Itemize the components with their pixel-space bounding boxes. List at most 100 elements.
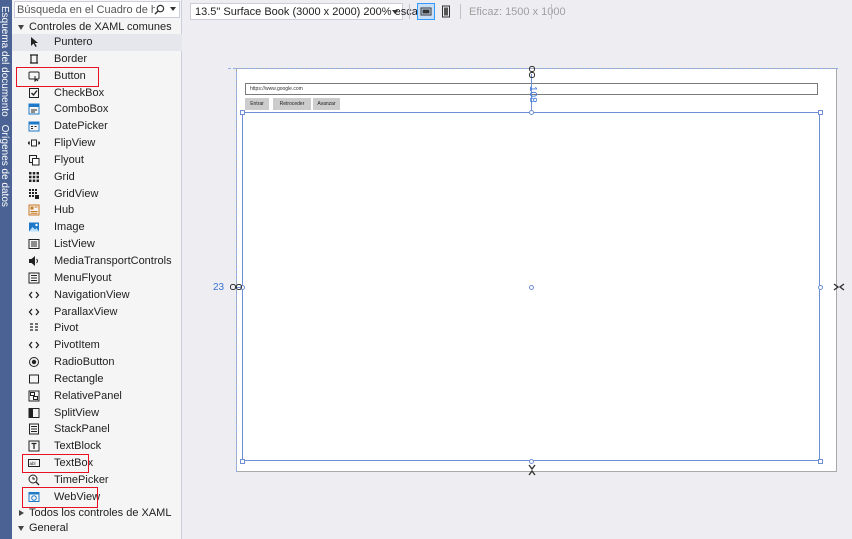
toolbar-separator <box>551 4 552 19</box>
toolbox-item-stackpanel[interactable]: StackPanel <box>12 421 182 438</box>
toolbox-item-label: FlipView <box>54 137 96 150</box>
landscape-icon <box>420 7 432 16</box>
toolbox-item-label: TimePicker <box>54 473 109 486</box>
media-icon <box>29 255 38 266</box>
group-common-xaml-controls[interactable]: Controles de XAML comunes <box>16 19 172 35</box>
listview-icon <box>28 239 40 250</box>
left-anchor-icon[interactable] <box>230 283 242 291</box>
toolbox-item-mediatransportcontrols[interactable]: MediaTransportControls <box>12 253 182 270</box>
toolbox-item-label: Pivot <box>54 322 79 335</box>
toolbox-item-rectangle[interactable]: Rectangle <box>12 371 182 388</box>
toolbox-item-combobox[interactable]: ComboBox <box>12 101 182 118</box>
toolbox-item-grid[interactable]: Grid <box>12 169 182 186</box>
portrait-button[interactable] <box>437 3 455 20</box>
resize-handle-top-right[interactable] <box>818 110 823 115</box>
toolbox-item-flipview[interactable]: FlipView <box>12 135 182 152</box>
highlight-button <box>16 67 99 87</box>
resize-handle-top-left[interactable] <box>240 110 245 115</box>
expand-icon <box>18 24 24 30</box>
toolbox-item-gridview[interactable]: GridView <box>12 186 182 203</box>
toolbox-item-splitview[interactable]: SplitView <box>12 405 182 422</box>
toolbox-search <box>14 1 180 18</box>
toolbox-item-menuflyout[interactable]: MenuFlyout <box>12 270 182 287</box>
expand-icon <box>18 525 24 531</box>
device-preview-select[interactable]: 13.5" Surface Book (3000 x 2000) 200% es… <box>190 3 426 20</box>
menuflyout-icon <box>28 272 40 284</box>
enter-button[interactable]: Entrar <box>245 98 269 110</box>
right-anchor-icon[interactable] <box>833 283 845 291</box>
border-icon <box>30 54 38 64</box>
flyout-icon <box>29 154 40 166</box>
search-dropdown-icon[interactable] <box>170 7 176 11</box>
stackpanel-icon <box>29 423 39 435</box>
resize-handle-center[interactable] <box>529 285 534 290</box>
landscape-button[interactable] <box>417 3 435 20</box>
toolbox-item-checkbox[interactable]: CheckBox <box>12 85 182 102</box>
checkbox-icon <box>29 87 39 98</box>
toolbox-item-label: ComboBox <box>54 103 109 116</box>
toolbox-item-label: DatePicker <box>54 120 108 133</box>
toolbox-item-label: StackPanel <box>54 423 110 436</box>
highlight-webview <box>22 487 98 508</box>
grid-icon <box>29 171 39 182</box>
chevron-down-icon <box>392 10 398 14</box>
forward-button[interactable]: Avanzar <box>313 98 340 110</box>
collapse-icon <box>19 510 24 516</box>
toolbox-item-puntero[interactable]: Puntero <box>12 34 182 51</box>
grid-boundary-left <box>236 72 237 472</box>
resize-handle-top[interactable] <box>529 110 534 115</box>
toolbox-item-label: ListView <box>54 238 95 251</box>
bottom-anchor-icon[interactable] <box>528 464 536 476</box>
flipview-icon <box>28 139 40 147</box>
toolbox-item-image[interactable]: Image <box>12 219 182 236</box>
combobox-icon <box>28 103 40 115</box>
toolbox-item-radiobutton[interactable]: RadioButton <box>12 354 182 371</box>
side-tab-data-sources[interactable]: Orígenes de datos <box>0 125 10 207</box>
highlight-textbox <box>22 454 89 473</box>
toolbox-item-label: RadioButton <box>54 356 115 369</box>
toolbox-item-label: Hub <box>54 204 75 217</box>
toolbox-item-label: ParallaxView <box>54 305 118 318</box>
top-anchor-icon[interactable] <box>528 66 536 78</box>
resize-handle-bottom-right[interactable] <box>818 459 823 464</box>
toolbox-search-input[interactable] <box>15 3 155 16</box>
side-tab-strip: Esquema del documento Orígenes de datos <box>0 0 12 539</box>
top-margin-value: 108 <box>527 86 538 103</box>
toolbox-item-label: RelativePanel <box>54 389 122 402</box>
toolbox-items-list: Puntero Border Button CheckBox ComboBox DateP… <box>12 34 182 506</box>
toolbox-item-flyout[interactable]: Flyout <box>12 152 182 169</box>
toolbox-item-label: Puntero <box>54 36 93 48</box>
toolbox-item-pivotitem[interactable]: PivotItem <box>12 337 182 354</box>
timepicker-icon <box>28 474 40 486</box>
toolbox-item-pivot[interactable]: Pivot <box>12 320 182 337</box>
pointer-icon <box>31 37 38 47</box>
toolbox-item-relativepanel[interactable]: RelativePanel <box>12 388 182 405</box>
toolbox-item-hub[interactable]: Hub <box>12 202 182 219</box>
resize-handle-right[interactable] <box>818 285 823 290</box>
toolbar-separator <box>409 4 410 19</box>
group-label: Todos los controles de XAML <box>29 507 172 519</box>
toolbox-item-textblock[interactable]: TextBlock <box>12 438 182 455</box>
resize-handle-bottom-left[interactable] <box>240 459 245 464</box>
toolbox-item-label: Border <box>54 52 88 65</box>
toolbox-item-border[interactable]: Border <box>12 51 182 68</box>
toolbox-item-label: GridView <box>54 187 99 200</box>
side-tab-document-outline[interactable]: Esquema del documento <box>0 6 10 117</box>
search-icon[interactable] <box>154 4 165 15</box>
toolbox-item-datepicker[interactable]: DatePicker <box>12 118 182 135</box>
toolbox-item-label: NavigationView <box>54 288 130 301</box>
toolbox-item-parallaxview[interactable]: ParallaxView <box>12 304 182 321</box>
toolbox-item-label: Image <box>54 221 85 234</box>
datepicker-icon <box>28 121 40 132</box>
left-margin-value: 23 <box>213 282 225 293</box>
back-button[interactable]: Retroceder <box>273 98 311 110</box>
toolbox-item-navigationview[interactable]: NavigationView <box>12 287 182 304</box>
pivot-icon <box>30 323 38 331</box>
toolbox-item-label: Flyout <box>54 153 84 166</box>
splitview-icon <box>28 407 40 418</box>
group-general[interactable]: General <box>16 520 68 536</box>
portrait-icon <box>442 5 450 18</box>
toolbox-item-listview[interactable]: ListView <box>12 236 182 253</box>
toolbox-item-label: SplitView <box>54 406 100 419</box>
hub-icon <box>28 204 40 216</box>
